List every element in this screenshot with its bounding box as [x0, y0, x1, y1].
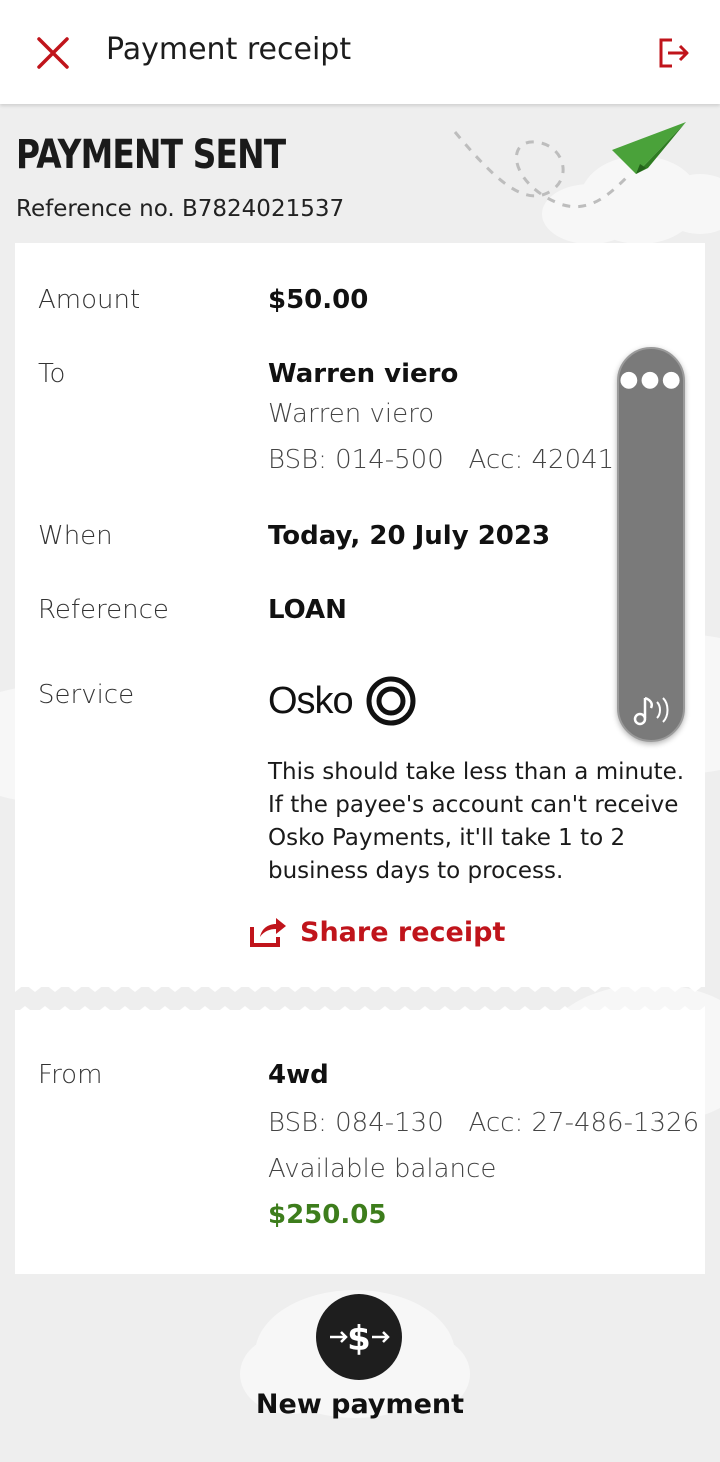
- available-balance-label: Available balance: [268, 1154, 497, 1184]
- share-icon: [250, 918, 286, 947]
- share-receipt-button[interactable]: Share receipt: [248, 915, 505, 949]
- service-description: This should take less than a minute. If …: [268, 759, 685, 884]
- logout-icon[interactable]: [656, 35, 692, 71]
- from-account-name: 4wd: [268, 1060, 329, 1090]
- osko-wordmark: Osko: [268, 679, 354, 722]
- svg-text:$: $: [347, 1319, 371, 1359]
- payee-subname: Warren viero: [268, 399, 435, 429]
- app-bar: Payment receipt: [0, 0, 720, 104]
- amount-label: Amount: [38, 285, 141, 315]
- from-account-numbers: BSB: 084-130 Acc: 27-486-1326: [268, 1108, 700, 1138]
- to-label: To: [38, 359, 66, 389]
- service-label: Service: [38, 680, 135, 710]
- reference-value: LOAN: [268, 595, 347, 625]
- from-account-card: From 4wd BSB: 084-130 Acc: 27-486-1326 A…: [15, 1010, 705, 1274]
- osko-logo: Osko: [268, 675, 417, 727]
- when-label: When: [38, 521, 113, 551]
- reference-label: Reference: [38, 595, 169, 625]
- payee-name: Warren viero: [268, 359, 459, 389]
- page-title: Payment receipt: [106, 32, 352, 67]
- when-value: Today, 20 July 2023: [268, 521, 551, 551]
- payment-details-card: Amount $50.00 To Warren viero Warren vie…: [15, 243, 705, 987]
- new-payment-label[interactable]: New payment: [0, 1389, 720, 1420]
- amount-value: $50.00: [268, 285, 369, 315]
- reference-number: Reference no. B7824021537: [16, 196, 345, 222]
- more-options-icon[interactable]: ●●●: [619, 367, 683, 392]
- share-receipt-label: Share receipt: [300, 916, 506, 948]
- audio-note-icon[interactable]: [631, 692, 675, 728]
- available-balance-value: $250.05: [268, 1200, 387, 1230]
- new-payment-button[interactable]: $: [316, 1294, 402, 1380]
- receipt-torn-edge-bottom: [15, 980, 705, 992]
- receipt-torn-edge-top: [15, 1006, 705, 1018]
- close-icon[interactable]: [34, 34, 72, 72]
- from-label: From: [38, 1060, 103, 1090]
- transfer-dollar-icon: $: [330, 1319, 390, 1359]
- payment-sent-heading: PAYMENT SENT: [16, 132, 286, 178]
- floating-assistant-panel[interactable]: ●●●: [617, 347, 685, 742]
- osko-icon: [366, 676, 416, 726]
